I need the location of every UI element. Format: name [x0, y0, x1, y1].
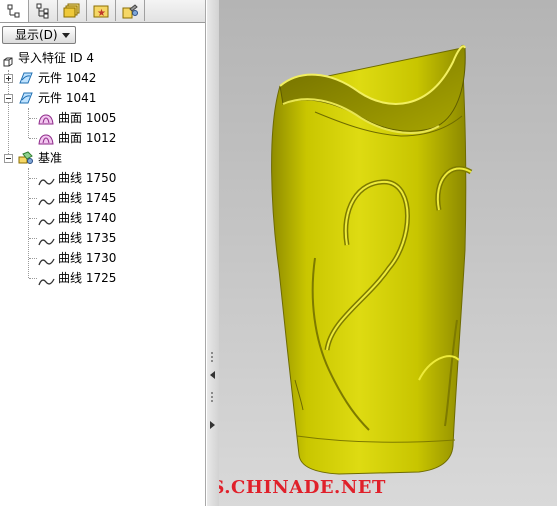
watermark-text: BBS.CHINADE.NET [219, 477, 386, 498]
graphics-viewport[interactable]: BBS.CHINADE.NET [219, 0, 557, 506]
navigator-tab-strip: ★ [0, 0, 205, 23]
tree-item-label: 元件 1042 [38, 71, 97, 85]
tree-item-label: 导入特征 ID 4 [18, 51, 95, 65]
tree-item-datum[interactable]: 基准 [0, 148, 205, 168]
panel-splitter[interactable] [206, 0, 220, 506]
favorites-icon: ★ [93, 3, 109, 19]
tree-item-surface-1012[interactable]: 曲面 1012 [0, 128, 205, 148]
tab-folder-browser[interactable] [58, 0, 87, 21]
tab-favorites[interactable]: ★ [87, 0, 116, 21]
tree-item-label: 基准 [38, 151, 63, 165]
expand-right-icon[interactable] [210, 421, 215, 429]
tree-item-curve-1735[interactable]: 曲线 1735 [0, 228, 205, 248]
chevron-down-icon [62, 33, 70, 38]
tree-item-component-1042[interactable]: 元件 1042 [0, 68, 205, 88]
tab-connections[interactable] [116, 0, 145, 21]
tree-item-curve-1750[interactable]: 曲线 1750 [0, 168, 205, 188]
tree-item-curve-1725[interactable]: 曲线 1725 [0, 268, 205, 288]
collapse-left-icon[interactable] [210, 371, 215, 379]
splitter-grip [211, 400, 213, 402]
tree-item-label: 曲线 1730 [58, 251, 117, 265]
tab-layer-tree[interactable] [29, 0, 58, 21]
splitter-grip [211, 356, 213, 358]
collapse-toggle[interactable] [4, 94, 13, 103]
show-button-label: 显示(D) [15, 28, 58, 42]
tree-item-label: 曲线 1750 [58, 171, 117, 185]
tree-item-label: 曲线 1740 [58, 211, 117, 225]
tree-item-label: 元件 1041 [38, 91, 97, 105]
tree-item-label: 曲线 1745 [58, 191, 117, 205]
show-toolbar: 显示(D) [0, 24, 205, 44]
tree-item-surface-1005[interactable]: 曲面 1005 [0, 108, 205, 128]
tree-item-curve-1745[interactable]: 曲线 1745 [0, 188, 205, 208]
layer-tree-icon [35, 3, 51, 19]
splitter-grip [211, 352, 213, 354]
show-dropdown-button[interactable]: 显示(D) [2, 26, 76, 44]
splitter-grip [211, 360, 213, 362]
tree-item-label: 曲面 1005 [58, 111, 117, 125]
tree-item-label: 曲线 1735 [58, 231, 117, 245]
tree-item-import-feature[interactable]: 导入特征 ID 4 [0, 48, 205, 68]
svg-text:★: ★ [97, 8, 106, 19]
model-tree-icon [6, 3, 22, 19]
splitter-grip [211, 396, 213, 398]
tree-item-curve-1740[interactable]: 曲线 1740 [0, 208, 205, 228]
tab-model-tree[interactable] [0, 0, 29, 22]
connections-icon [121, 3, 139, 19]
folder-browser-icon [63, 3, 81, 19]
tree-item-label: 曲线 1725 [58, 271, 117, 285]
tree-item-label: 曲面 1012 [58, 131, 117, 145]
vase-model [271, 44, 473, 475]
tree-item-component-1041[interactable]: 元件 1041 [0, 88, 205, 108]
splitter-grip [211, 392, 213, 394]
tree-item-curve-1730[interactable]: 曲线 1730 [0, 248, 205, 268]
model-tree-panel: ★ 显示(D) 导入特征 ID 4 元件 1042 元件 1041 曲面 100… [0, 0, 206, 506]
collapse-toggle[interactable] [4, 154, 13, 163]
expand-toggle[interactable] [4, 74, 13, 83]
curve-icon [38, 273, 55, 293]
